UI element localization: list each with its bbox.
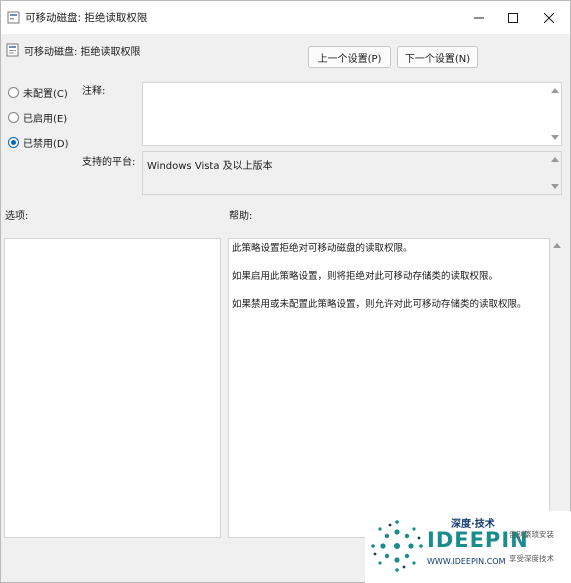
watermark: 深度·技术 IDEEPIN WWW.IDEEPIN.COM 告别繁琐安装 享受深… [365,511,571,583]
platform-field: Windows Vista 及以上版本 [142,151,562,195]
maximize-icon [508,12,518,23]
close-button[interactable] [532,1,566,34]
radio-label: 已禁用(D) [23,138,69,150]
policy-icon [7,11,20,24]
minimize-button[interactable] [462,1,496,34]
title-bar: 可移动磁盘: 拒绝读取权限 [1,1,570,34]
policy-title: 可移动磁盘: 拒绝读取权限 [24,47,141,58]
radio-circle-checked[interactable] [8,136,19,148]
help-label: 帮助: [229,211,253,222]
comment-scrollbar[interactable] [548,83,561,145]
comment-label: 注释: [82,86,106,97]
platform-value: Windows Vista 及以上版本 [147,161,273,172]
platform-label: 支持的平台: [82,157,136,168]
options-label: 选项: [5,211,29,222]
window-title: 可移动磁盘: 拒绝读取权限 [25,12,148,24]
help-paragraph: 如果禁用或未配置此策略设置，则允许对此可移动存储类的读取权限。 [232,299,527,310]
scroll-up-icon[interactable] [551,88,559,93]
radio-circle[interactable] [8,111,19,123]
minimize-icon [474,17,484,18]
brand-url: WWW.IDEEPIN.COM [427,557,506,566]
radio-not-configured[interactable]: 未配置(C) [8,85,68,100]
radio-label: 已启用(E) [23,113,68,125]
help-text: 此策略设置拒绝对可移动磁盘的读取权限。 如果启用此策略设置，则将拒绝对此可移动存… [232,242,545,326]
help-pane: 此策略设置拒绝对可移动磁盘的读取权限。 如果启用此策略设置，则将拒绝对此可移动存… [228,238,550,538]
next-setting-button[interactable]: 下一个设置(N) [397,46,478,68]
options-pane [4,238,221,538]
policy-window: 可移动磁盘: 拒绝读取权限 可移动磁盘: 拒绝读取权限 上一个设置(P) 下一个… [0,0,571,583]
help-paragraph: 此策略设置拒绝对可移动磁盘的读取权限。 [232,243,413,254]
maximize-button[interactable] [496,1,530,34]
scroll-down-icon[interactable] [551,135,559,140]
comment-textarea[interactable] [142,82,562,146]
platform-scrollbar[interactable] [548,152,561,194]
scroll-up-icon[interactable] [553,243,561,248]
radio-disabled[interactable]: 已禁用(D) [8,135,69,150]
help-paragraph: 如果启用此策略设置，则将拒绝对此可移动存储类的读取权限。 [232,271,499,282]
radio-label: 未配置(C) [23,88,68,100]
radio-circle[interactable] [8,86,19,98]
prev-setting-button[interactable]: 上一个设置(P) [308,46,391,68]
slogan-1: 告别繁琐安装 [509,530,554,539]
policy-setting-icon [6,43,19,57]
close-icon [544,12,554,23]
help-scrollbar[interactable] [550,238,563,538]
slogan-2: 享受深度技术 [509,554,554,563]
ideepin-logo-icon [371,520,423,572]
scroll-down-icon[interactable] [551,184,559,189]
scroll-up-icon[interactable] [551,157,559,162]
radio-enabled[interactable]: 已启用(E) [8,110,68,125]
